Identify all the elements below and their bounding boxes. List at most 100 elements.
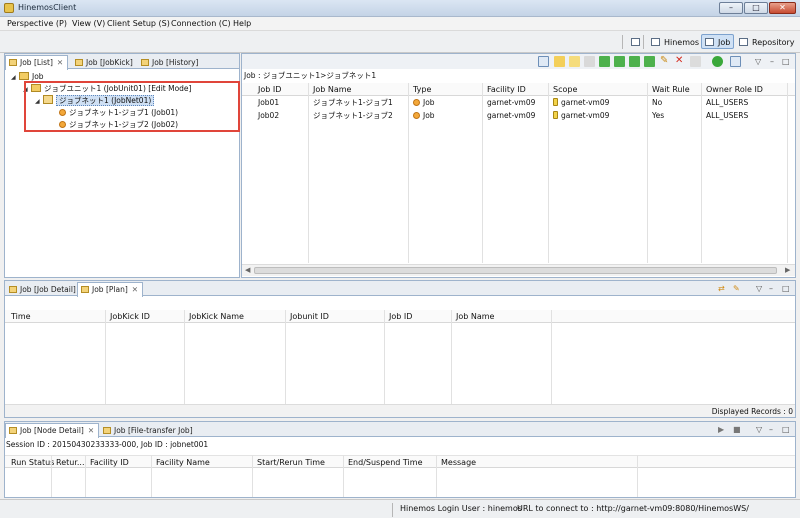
copy-icon[interactable] <box>584 56 595 67</box>
cell-owner-role: ALL_USERS <box>706 98 749 107</box>
scroll-left-icon[interactable]: ◀ <box>245 266 250 274</box>
column-header[interactable]: Owner Role ID <box>702 83 763 96</box>
refresh-icon[interactable] <box>538 56 549 67</box>
column-header[interactable]: Job ID <box>385 310 412 323</box>
perspective-icon <box>739 38 748 46</box>
perspective-icon <box>651 38 660 46</box>
column-header[interactable]: JobKick Name <box>185 310 244 323</box>
column-divider <box>85 455 86 497</box>
cell-type: Job <box>409 110 435 122</box>
edit-mode-icon[interactable] <box>569 56 580 67</box>
app-icon <box>4 3 14 13</box>
table-row[interactable]: Job02 ジョブネット1-ジョブ2 Job garnet-vm09 garne… <box>242 110 795 122</box>
tab-job-jobkick[interactable]: Job [JobKick] <box>71 55 138 69</box>
column-header[interactable]: Wait Rule <box>648 83 690 96</box>
tab-node-detail[interactable]: Job [Node Detail] ✕ <box>5 423 100 438</box>
job-tree-panel: Job [List] ✕ Job [JobKick] Job [History] … <box>4 53 240 278</box>
table-row[interactable]: Job01 ジョブネット1-ジョブ1 Job garnet-vm09 garne… <box>242 97 795 109</box>
menu-connection[interactable]: Connection (C) <box>171 19 231 28</box>
separator <box>392 503 393 517</box>
column-divider <box>51 455 52 497</box>
column-divider <box>105 310 106 404</box>
maximize-view-icon[interactable]: □ <box>782 284 790 293</box>
view-menu-icon[interactable]: ▽ <box>755 57 761 66</box>
modify-icon[interactable]: ✎ <box>660 56 671 67</box>
table-header: Run Status Retur... Facility ID Facility… <box>5 455 795 468</box>
close-icon[interactable]: ✕ <box>57 58 63 67</box>
column-divider <box>151 455 152 497</box>
table-header: Job ID Job Name Type Facility ID Scope W… <box>242 83 795 96</box>
minimize-view-icon[interactable]: – <box>770 57 774 66</box>
displayed-records: Displayed Records : 0 <box>711 407 793 416</box>
add-jobnet-icon[interactable] <box>599 56 610 67</box>
column-header[interactable]: Jobunit ID <box>286 310 329 323</box>
column-header[interactable]: Type <box>409 83 431 96</box>
tab-job-list[interactable]: Job [List] ✕ <box>5 55 69 70</box>
menu-help[interactable]: Help <box>233 19 251 28</box>
column-header[interactable]: Run Status <box>7 456 54 469</box>
minimize-button[interactable]: – <box>719 2 743 14</box>
type-label: Job <box>423 111 435 120</box>
tab-job-plan[interactable]: Job [Plan] ✕ <box>77 282 144 297</box>
cell-facility-id: garnet-vm09 <box>487 111 536 120</box>
close-icon[interactable]: ✕ <box>88 426 94 435</box>
title-bar: HinemosClient – □ ✕ <box>0 0 800 17</box>
cell-job-name: ジョブネット1-ジョブ2 <box>313 111 393 120</box>
column-header[interactable]: Facility Name <box>152 456 210 469</box>
maximize-view-icon[interactable]: □ <box>782 425 790 434</box>
records-bar: Displayed Records : 0 <box>5 404 795 417</box>
column-header[interactable]: End/Suspend Time <box>344 456 422 469</box>
minimize-view-icon[interactable]: – <box>769 284 773 293</box>
open-perspective-button[interactable] <box>627 34 644 49</box>
column-header[interactable]: Retur... <box>52 456 85 469</box>
close-icon[interactable]: ✕ <box>132 285 138 294</box>
view-menu-icon[interactable]: ▽ <box>756 425 762 434</box>
map-view-icon[interactable] <box>730 56 741 67</box>
column-header[interactable]: Job Name <box>309 83 351 96</box>
tree-label: Job <box>32 72 44 81</box>
job-icon <box>75 59 83 66</box>
column-header[interactable]: Job ID <box>254 83 281 96</box>
connection-url: URL to connect to : http://garnet-vm09:8… <box>517 504 749 513</box>
column-header[interactable]: Facility ID <box>86 456 129 469</box>
view-menu-icon[interactable]: ▽ <box>756 284 762 293</box>
job-icon <box>103 427 111 434</box>
refresh-icon[interactable]: ⇄ <box>718 284 725 293</box>
run-icon[interactable] <box>712 56 723 67</box>
resume-icon[interactable]: ▶ <box>718 425 724 434</box>
add-reference-job-icon[interactable] <box>644 56 655 67</box>
column-header[interactable]: Start/Rerun Time <box>253 456 325 469</box>
column-header[interactable]: Time <box>7 310 31 323</box>
perspective-hinemos[interactable]: Hinemos <box>647 34 703 49</box>
horizontal-scrollbar[interactable]: ◀ ▶ <box>242 264 795 276</box>
column-header[interactable]: Message <box>437 456 476 469</box>
delete-icon[interactable]: ✕ <box>675 56 686 67</box>
menu-client-setup[interactable]: Client Setup (S) <box>107 19 170 28</box>
add-job-icon[interactable] <box>614 56 625 67</box>
tab-job-detail[interactable]: Job [Job Detail] <box>5 282 81 296</box>
maximize-view-icon[interactable]: □ <box>782 57 790 66</box>
column-header[interactable]: Scope <box>549 83 577 96</box>
collapse-icon[interactable]: ◢ <box>11 72 19 84</box>
column-header[interactable]: JobKick ID <box>106 310 150 323</box>
stop-icon[interactable]: ■ <box>733 425 741 434</box>
scrollbar-thumb[interactable] <box>254 267 777 274</box>
add-file-job-icon[interactable] <box>629 56 640 67</box>
scroll-right-icon[interactable]: ▶ <box>785 266 790 274</box>
menu-view[interactable]: View (V) <box>72 19 105 28</box>
minimize-view-icon[interactable]: – <box>769 425 773 434</box>
perspective-job[interactable]: Job <box>701 34 735 49</box>
tab-label: Job [Node Detail] <box>20 426 84 435</box>
close-button[interactable]: ✕ <box>769 2 796 14</box>
column-header[interactable]: Job Name <box>452 310 494 323</box>
menu-perspective[interactable]: Perspective (P) <box>7 19 67 28</box>
tab-file-transfer-job[interactable]: Job [File-transfer Job] <box>99 423 198 437</box>
maximize-button[interactable]: □ <box>744 2 768 14</box>
plan-panel: Job [Job Detail] Job [Plan] ✕ ⇄ ✎ ▽ – □ T… <box>4 280 796 418</box>
filter-icon[interactable]: ✎ <box>733 284 740 293</box>
tab-job-history[interactable]: Job [History] <box>137 55 203 69</box>
jobunit-add-icon[interactable] <box>554 56 565 67</box>
perspective-repository[interactable]: Repository <box>735 34 799 49</box>
column-header[interactable]: Facility ID <box>483 83 526 96</box>
object-privilege-icon[interactable] <box>690 56 701 67</box>
